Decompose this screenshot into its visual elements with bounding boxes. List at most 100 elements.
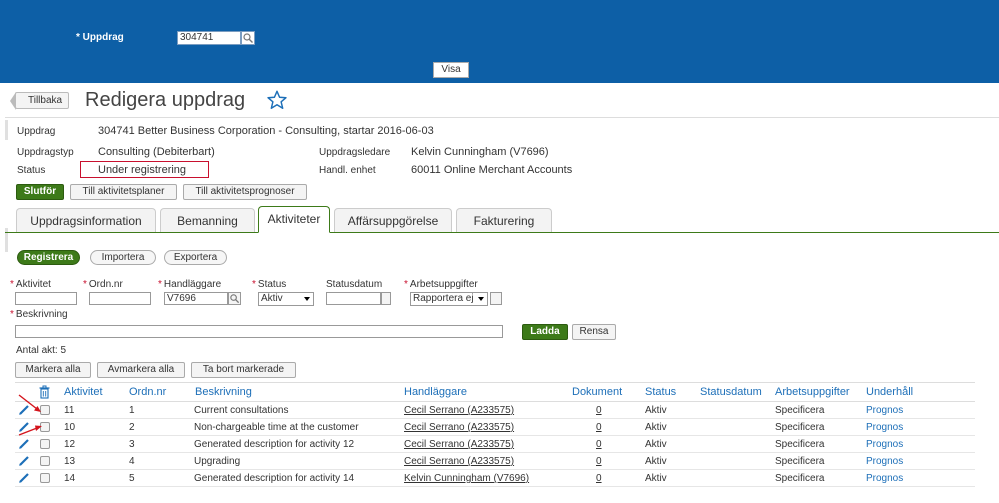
arbetsuppgifter-filter-select[interactable]: Rapportera ej (410, 292, 488, 306)
row-checkbox[interactable] (40, 456, 50, 466)
markera-alla-button[interactable]: Markera alla (15, 362, 91, 378)
cell-prognos-link[interactable]: Prognos (866, 405, 903, 416)
status-filter-select[interactable]: Aktiv (258, 292, 314, 306)
pencil-icon[interactable] (18, 455, 30, 467)
column-header-dokument[interactable]: Dokument (572, 386, 622, 398)
importera-button[interactable]: Importera (90, 250, 156, 265)
arbetsuppgifter-filter-label: * Arbetsuppgifter (404, 279, 478, 290)
cell-ordn: 4 (129, 456, 135, 467)
cell-beskrivning: Upgrading (194, 456, 241, 467)
ta-bort-markerade-button[interactable]: Ta bort markerade (191, 362, 296, 378)
cell-dokument-link[interactable]: 0 (596, 405, 602, 416)
info-uppdrag-label: Uppdrag (17, 126, 56, 137)
info-enhet-value: 60011 Online Merchant Accounts (411, 164, 573, 176)
cell-handlaggare-link[interactable]: Cecil Serrano (A233575) (404, 439, 514, 450)
uppdrag-label: * Uppdrag (76, 32, 124, 43)
cell-beskrivning: Current consultations (194, 405, 289, 416)
visa-button[interactable]: Visa (433, 62, 469, 78)
column-header-arbetsuppgifter[interactable]: Arbetsuppgifter (775, 386, 850, 398)
cell-arbetsuppgifter: Specificera (775, 439, 825, 450)
table-row: 12 3 Generated description for activity … (15, 436, 975, 453)
info-uppdragsledare-label: Uppdragsledare (319, 147, 391, 158)
pencil-icon[interactable] (18, 472, 30, 484)
info-uppdrag-value: 304741 Better Business Corporation - Con… (98, 125, 434, 137)
uppdrag-input[interactable]: 304741 (177, 31, 241, 45)
cell-ordn: 2 (129, 422, 135, 433)
info-uppdragstyp-value: Consulting (Debiterbart) (98, 146, 215, 158)
column-header-status[interactable]: Status (645, 386, 676, 398)
cell-arbetsuppgifter: Specificera (775, 405, 825, 416)
column-header-aktivitet[interactable]: Aktivitet (64, 386, 103, 398)
cell-ordn: 3 (129, 439, 135, 450)
star-icon[interactable] (266, 89, 288, 111)
cell-handlaggare-link[interactable]: Cecil Serrano (A233575) (404, 456, 514, 467)
calendar-button[interactable] (381, 292, 391, 305)
aktivitet-filter-input[interactable] (15, 292, 77, 305)
cell-aktivitet: 12 (64, 439, 76, 450)
avmarkera-alla-button[interactable]: Avmarkera alla (97, 362, 185, 378)
column-header-underhall[interactable]: Underhåll (866, 386, 913, 398)
ordn-filter-label: * Ordn.nr (83, 279, 123, 290)
column-header-handlaggare[interactable]: Handläggare (404, 386, 467, 398)
back-button[interactable]: Tillbaka (15, 92, 70, 109)
beskrivning-filter-label: * Beskrivning (10, 309, 68, 320)
row-checkbox[interactable] (40, 439, 50, 449)
tab-aktiviteter[interactable]: Aktiviteter (258, 206, 330, 233)
tab-fakturering[interactable]: Fakturering (456, 208, 552, 232)
tab-uppdragsinformation[interactable]: Uppdragsinformation (16, 208, 156, 232)
top-bar (0, 0, 999, 83)
arbetsuppgifter-clear-button[interactable] (490, 292, 502, 305)
handlaggare-filter-input[interactable]: V7696 (164, 292, 228, 305)
pencil-icon[interactable] (18, 438, 30, 450)
column-header-beskrivning[interactable]: Beskrivning (195, 386, 252, 398)
column-header-statusdatum[interactable]: Statusdatum (700, 386, 762, 398)
slutfor-button[interactable]: Slutför (16, 184, 64, 200)
ordn-filter-input[interactable] (89, 292, 151, 305)
cell-dokument-link[interactable]: 0 (596, 456, 602, 467)
handlaggare-search-button[interactable] (228, 292, 241, 305)
info-status-value: Under registrering (98, 164, 187, 176)
cell-beskrivning: Generated description for activity 12 (194, 439, 355, 450)
cell-handlaggare-link[interactable]: Cecil Serrano (A233575) (404, 422, 514, 433)
cell-handlaggare-link[interactable]: Kelvin Cunningham (V7696) (404, 473, 529, 484)
column-header-ordn[interactable]: Ordn.nr (129, 386, 166, 398)
cell-arbetsuppgifter: Specificera (775, 422, 825, 433)
cell-prognos-link[interactable]: Prognos (866, 473, 903, 484)
tab-affarsuppgorelse[interactable]: Affärsuppgörelse (334, 208, 452, 232)
cell-dokument-link[interactable]: 0 (596, 439, 602, 450)
table-row: 13 4 Upgrading Cecil Serrano (A233575) 0… (15, 453, 975, 470)
cell-ordn: 1 (129, 405, 135, 416)
registrera-button[interactable]: Registrera (17, 250, 80, 265)
rensa-button[interactable]: Rensa (572, 324, 616, 340)
uppdrag-search-button[interactable] (241, 31, 255, 45)
cell-prognos-link[interactable]: Prognos (866, 422, 903, 433)
cell-status: Aktiv (645, 405, 667, 416)
beskrivning-filter-input[interactable] (15, 325, 503, 338)
cell-aktivitet: 11 (64, 405, 75, 416)
statusdatum-filter-input[interactable] (326, 292, 381, 305)
exportera-button[interactable]: Exportera (164, 250, 227, 265)
cell-aktivitet: 10 (64, 422, 76, 433)
cell-dokument-link[interactable]: 0 (596, 473, 602, 484)
chevron-down-icon (304, 297, 310, 301)
statusdatum-filter-label: Statusdatum (326, 279, 383, 290)
aktivitetsprognoser-button[interactable]: Till aktivitetsprognoser (183, 184, 307, 200)
cell-dokument-link[interactable]: 0 (596, 422, 602, 433)
cell-prognos-link[interactable]: Prognos (866, 439, 903, 450)
red-arrow-icon (18, 394, 42, 436)
cell-prognos-link[interactable]: Prognos (866, 456, 903, 467)
cell-handlaggare-link[interactable]: Cecil Serrano (A233575) (404, 405, 514, 416)
page-title: Redigera uppdrag (85, 89, 246, 111)
cell-aktivitet: 13 (64, 456, 76, 467)
cell-beskrivning: Non-chargeable time at the customer (194, 422, 359, 433)
tab-bemanning[interactable]: Bemanning (160, 208, 255, 232)
cell-status: Aktiv (645, 439, 667, 450)
ladda-button[interactable]: Ladda (522, 324, 568, 340)
info-uppdragstyp-label: Uppdragstyp (17, 147, 74, 158)
row-checkbox[interactable] (40, 473, 50, 483)
cell-arbetsuppgifter: Specificera (775, 473, 825, 484)
info-uppdragsledare-value: Kelvin Cunningham (V7696) (411, 146, 549, 158)
cell-status: Aktiv (645, 422, 667, 433)
cell-status: Aktiv (645, 456, 667, 467)
aktivitetsplaner-button[interactable]: Till aktivitetsplaner (70, 184, 177, 200)
